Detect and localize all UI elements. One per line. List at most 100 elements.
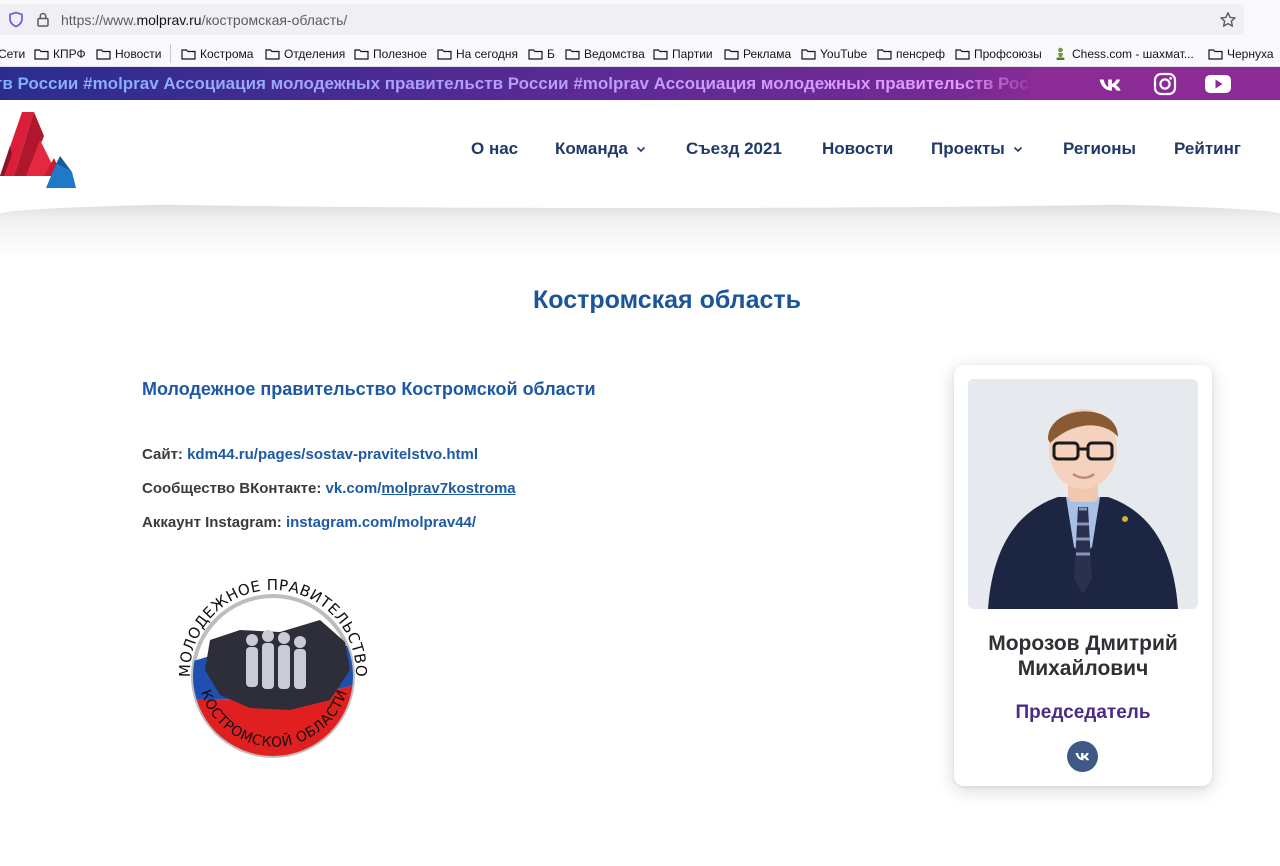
bookmark-folder[interactable]: Профсоюзы [955, 45, 1042, 63]
nav-item-regions[interactable]: Регионы [1063, 139, 1136, 159]
nav-item-rating[interactable]: Рейтинг [1174, 139, 1241, 159]
folder-icon [724, 49, 739, 60]
url-text[interactable]: https://www.molprav.ru/костромская-облас… [61, 12, 347, 28]
nav-label: Съезд 2021 [686, 139, 782, 158]
person-portrait [968, 379, 1198, 609]
bookmark-separator [170, 44, 171, 63]
chess-pawn-icon [1056, 47, 1065, 60]
leader-name-line2: Михайлович [1017, 657, 1149, 680]
bookmark-label: Chess.com - шахмат... [1072, 47, 1194, 61]
bookmark-label: Кострома [200, 47, 254, 61]
vk-label: Сообщество ВКонтакте: [142, 480, 322, 497]
bookmark-folder[interactable]: YouTube [801, 45, 867, 63]
bookmark-folder[interactable]: Кострома [181, 45, 253, 63]
bookmark-folder[interactable]: Новости [96, 45, 161, 63]
bookmark-label: Партии [672, 47, 713, 61]
site-link[interactable]: kdm44.ru/pages/sostav-pravitelstvo.html [187, 446, 478, 463]
bookmark-item[interactable]: Сети [0, 45, 25, 63]
org-title: Молодежное правительство Костромской обл… [142, 379, 596, 399]
ticker-fade [960, 67, 1040, 100]
nav-item-team[interactable]: Команда [555, 139, 646, 159]
youth-government-emblem: МОЛОДЕЖНОЕ ПРАВИТЕЛЬСТВО КОСТРОМСКОЙ ОБЛ… [176, 576, 370, 758]
folder-icon [528, 49, 543, 60]
bookmark-folder[interactable]: Полезное [354, 45, 427, 63]
bookmark-label: пенсреф [896, 47, 946, 61]
leader-vk-button[interactable] [1067, 741, 1098, 772]
url-prefix: https://www. [61, 12, 137, 28]
leader-card: Морозов Дмитрий Михайлович Председатель [954, 365, 1212, 786]
instagram-label: Аккаунт Instagram: [142, 514, 282, 531]
nav-label: Регионы [1063, 139, 1137, 158]
chevron-down-icon [1013, 146, 1022, 152]
bookmark-folder[interactable]: Чернуха [1208, 45, 1274, 63]
bookmark-folder[interactable]: КПРФ [34, 45, 86, 63]
bookmark-folder[interactable]: Партии [653, 45, 713, 63]
folder-icon [181, 49, 196, 60]
bookmark-label: Новости [115, 47, 162, 61]
vk-community-link[interactable]: vk.com/molprav7kostroma [326, 480, 516, 497]
folder-icon [265, 49, 280, 60]
address-bar[interactable]: https://www.molprav.ru/костромская-облас… [0, 4, 1244, 35]
leader-name-line1: Морозов Дмитрий [988, 632, 1178, 655]
instagram-link[interactable]: instagram.com/molprav44/ [286, 514, 476, 531]
site-label: Сайт: [142, 446, 183, 463]
bookmark-folder[interactable]: пенсреф [877, 45, 945, 63]
site-logo[interactable] [0, 106, 76, 188]
bookmark-label: Полезное [373, 47, 427, 61]
nav-item-about[interactable]: О нас [471, 139, 518, 159]
chevron-down-icon [636, 146, 645, 152]
bookmark-folder[interactable]: Отделения [265, 45, 345, 63]
vk-link-path: molprav7kostroma [381, 480, 516, 497]
bookmark-label: На сегодня [456, 47, 518, 61]
nav-label: Команда [555, 139, 628, 158]
instagram-info-line: Аккаунт Instagram: instagram.com/molprav… [142, 514, 476, 531]
leader-name: Морозов Дмитрий Михайлович [954, 631, 1212, 681]
lock-icon[interactable] [35, 11, 51, 28]
nav-item-news[interactable]: Новости [822, 139, 893, 159]
browser-toolbar: https://www.molprav.ru/костромская-облас… [0, 0, 1280, 40]
nav-item-projects[interactable]: Проекты [931, 139, 1023, 159]
vk-icon [1075, 753, 1090, 761]
bookmark-folder[interactable]: Ведомства [565, 45, 645, 63]
shield-icon[interactable] [8, 11, 24, 28]
folder-icon [877, 49, 892, 60]
folder-icon [565, 49, 580, 60]
youtube-icon[interactable] [1204, 71, 1232, 97]
bookmark-label: Чернуха [1227, 47, 1274, 61]
nav-label: Проекты [931, 139, 1005, 158]
bookmark-folder[interactable]: На сегодня [437, 45, 518, 63]
bookmark-label: Сети [0, 47, 26, 61]
vk-info-line: Сообщество ВКонтакте: vk.com/molprav7kos… [142, 480, 516, 497]
folder-icon [653, 49, 668, 60]
vk-icon[interactable] [1098, 72, 1124, 98]
folder-icon [1208, 49, 1223, 60]
bookmark-label: Профсоюзы [974, 47, 1042, 61]
leader-photo [968, 379, 1198, 609]
bookmark-label: YouTube [820, 47, 868, 61]
bookmark-folder[interactable]: Реклама [724, 45, 791, 63]
nav-label: Рейтинг [1174, 139, 1241, 158]
header-shadow [0, 200, 1280, 260]
bookmark-label: Б [547, 47, 555, 61]
bookmark-label: Реклама [743, 47, 792, 61]
instagram-icon[interactable] [1152, 71, 1178, 97]
folder-icon [801, 49, 816, 60]
site-info-line: Сайт: kdm44.ru/pages/sostav-pravitelstvo… [142, 446, 478, 463]
folder-icon [354, 49, 369, 60]
nav-label: О нас [471, 139, 519, 158]
ticker-text: тв России #molprav Ассоциация молодежных… [0, 74, 1029, 94]
bookmark-folder[interactable]: Б [528, 45, 555, 63]
bookmark-item[interactable]: Chess.com - шахмат... [1053, 45, 1194, 63]
bookmark-label: Отделения [284, 47, 346, 61]
folder-icon [96, 49, 111, 60]
url-host: molprav.ru [136, 12, 202, 28]
bookmarks-bar: Сети КПРФ Новости Кострома Отделения Пол… [0, 40, 1280, 67]
nav-item-congress[interactable]: Съезд 2021 [686, 139, 782, 159]
social-links [1030, 67, 1280, 100]
page-title: Костромская область [533, 286, 801, 314]
folder-icon [34, 49, 49, 60]
ticker-bar: тв России #molprav Ассоциация молодежных… [0, 67, 1280, 100]
bookmark-star-icon[interactable] [1219, 11, 1237, 29]
bookmark-label: Ведомства [584, 47, 645, 61]
url-path: /костромская-область/ [201, 12, 348, 28]
